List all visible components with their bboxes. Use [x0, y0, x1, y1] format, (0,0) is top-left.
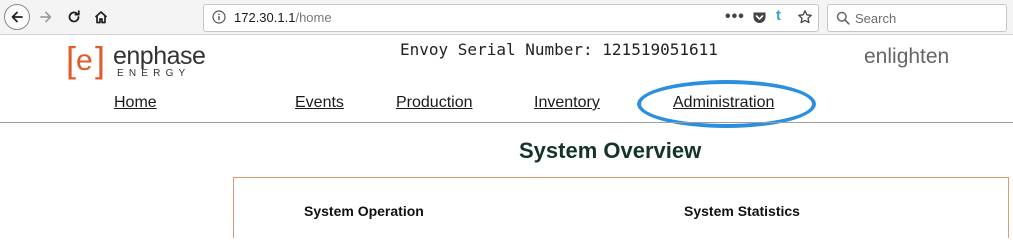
highlight-circle	[637, 80, 816, 128]
pocket-icon[interactable]	[752, 10, 767, 25]
more-actions-icon[interactable]: •••	[725, 8, 745, 26]
forward-button[interactable]	[34, 5, 58, 29]
url-path: /home	[295, 10, 332, 25]
url-host: 172.30.1.1	[234, 10, 296, 25]
tumblr-icon[interactable]: t	[776, 7, 781, 24]
arrow-left-icon	[11, 11, 23, 23]
search-placeholder: Search	[855, 11, 897, 26]
search-bar[interactable]: Search	[827, 4, 1007, 32]
nav-events[interactable]: Events	[295, 94, 344, 112]
logo-subtitle: ENERGY	[117, 68, 191, 79]
logo-bracket-open: [	[66, 39, 77, 80]
reload-button[interactable]	[62, 5, 86, 29]
serial-number: Envoy Serial Number: 121519051611	[400, 40, 718, 59]
overview-panel: System Operation System Statistics	[233, 177, 1009, 238]
home-icon	[94, 11, 108, 24]
logo-letter: e	[76, 44, 93, 77]
logo-name: enphase	[113, 42, 206, 70]
bookmark-star-icon[interactable]	[797, 9, 813, 25]
nav-inventory[interactable]: Inventory	[534, 94, 600, 112]
search-icon	[836, 11, 850, 25]
logo-bracket-close: ]	[95, 39, 106, 80]
page-title: System Overview	[519, 138, 702, 163]
back-button[interactable]	[4, 4, 30, 30]
info-icon[interactable]	[212, 10, 226, 24]
enlighten-brand: enlighten	[864, 45, 950, 68]
nav-home[interactable]: Home	[114, 94, 157, 112]
nav-production[interactable]: Production	[396, 94, 473, 112]
reload-icon	[68, 10, 80, 23]
system-operation-heading: System Operation	[304, 203, 424, 219]
address-bar[interactable]: 172.30.1.1/home ••• t	[203, 4, 819, 32]
home-button[interactable]	[89, 5, 113, 29]
system-statistics-heading: System Statistics	[684, 203, 800, 219]
url-text[interactable]: 172.30.1.1/home	[234, 10, 332, 25]
nav-divider	[0, 122, 1013, 123]
browser-toolbar: 172.30.1.1/home ••• t Search	[0, 0, 1013, 35]
enphase-logo: [ e ] enphase ENERGY	[66, 39, 226, 82]
arrow-right-icon	[40, 11, 52, 23]
